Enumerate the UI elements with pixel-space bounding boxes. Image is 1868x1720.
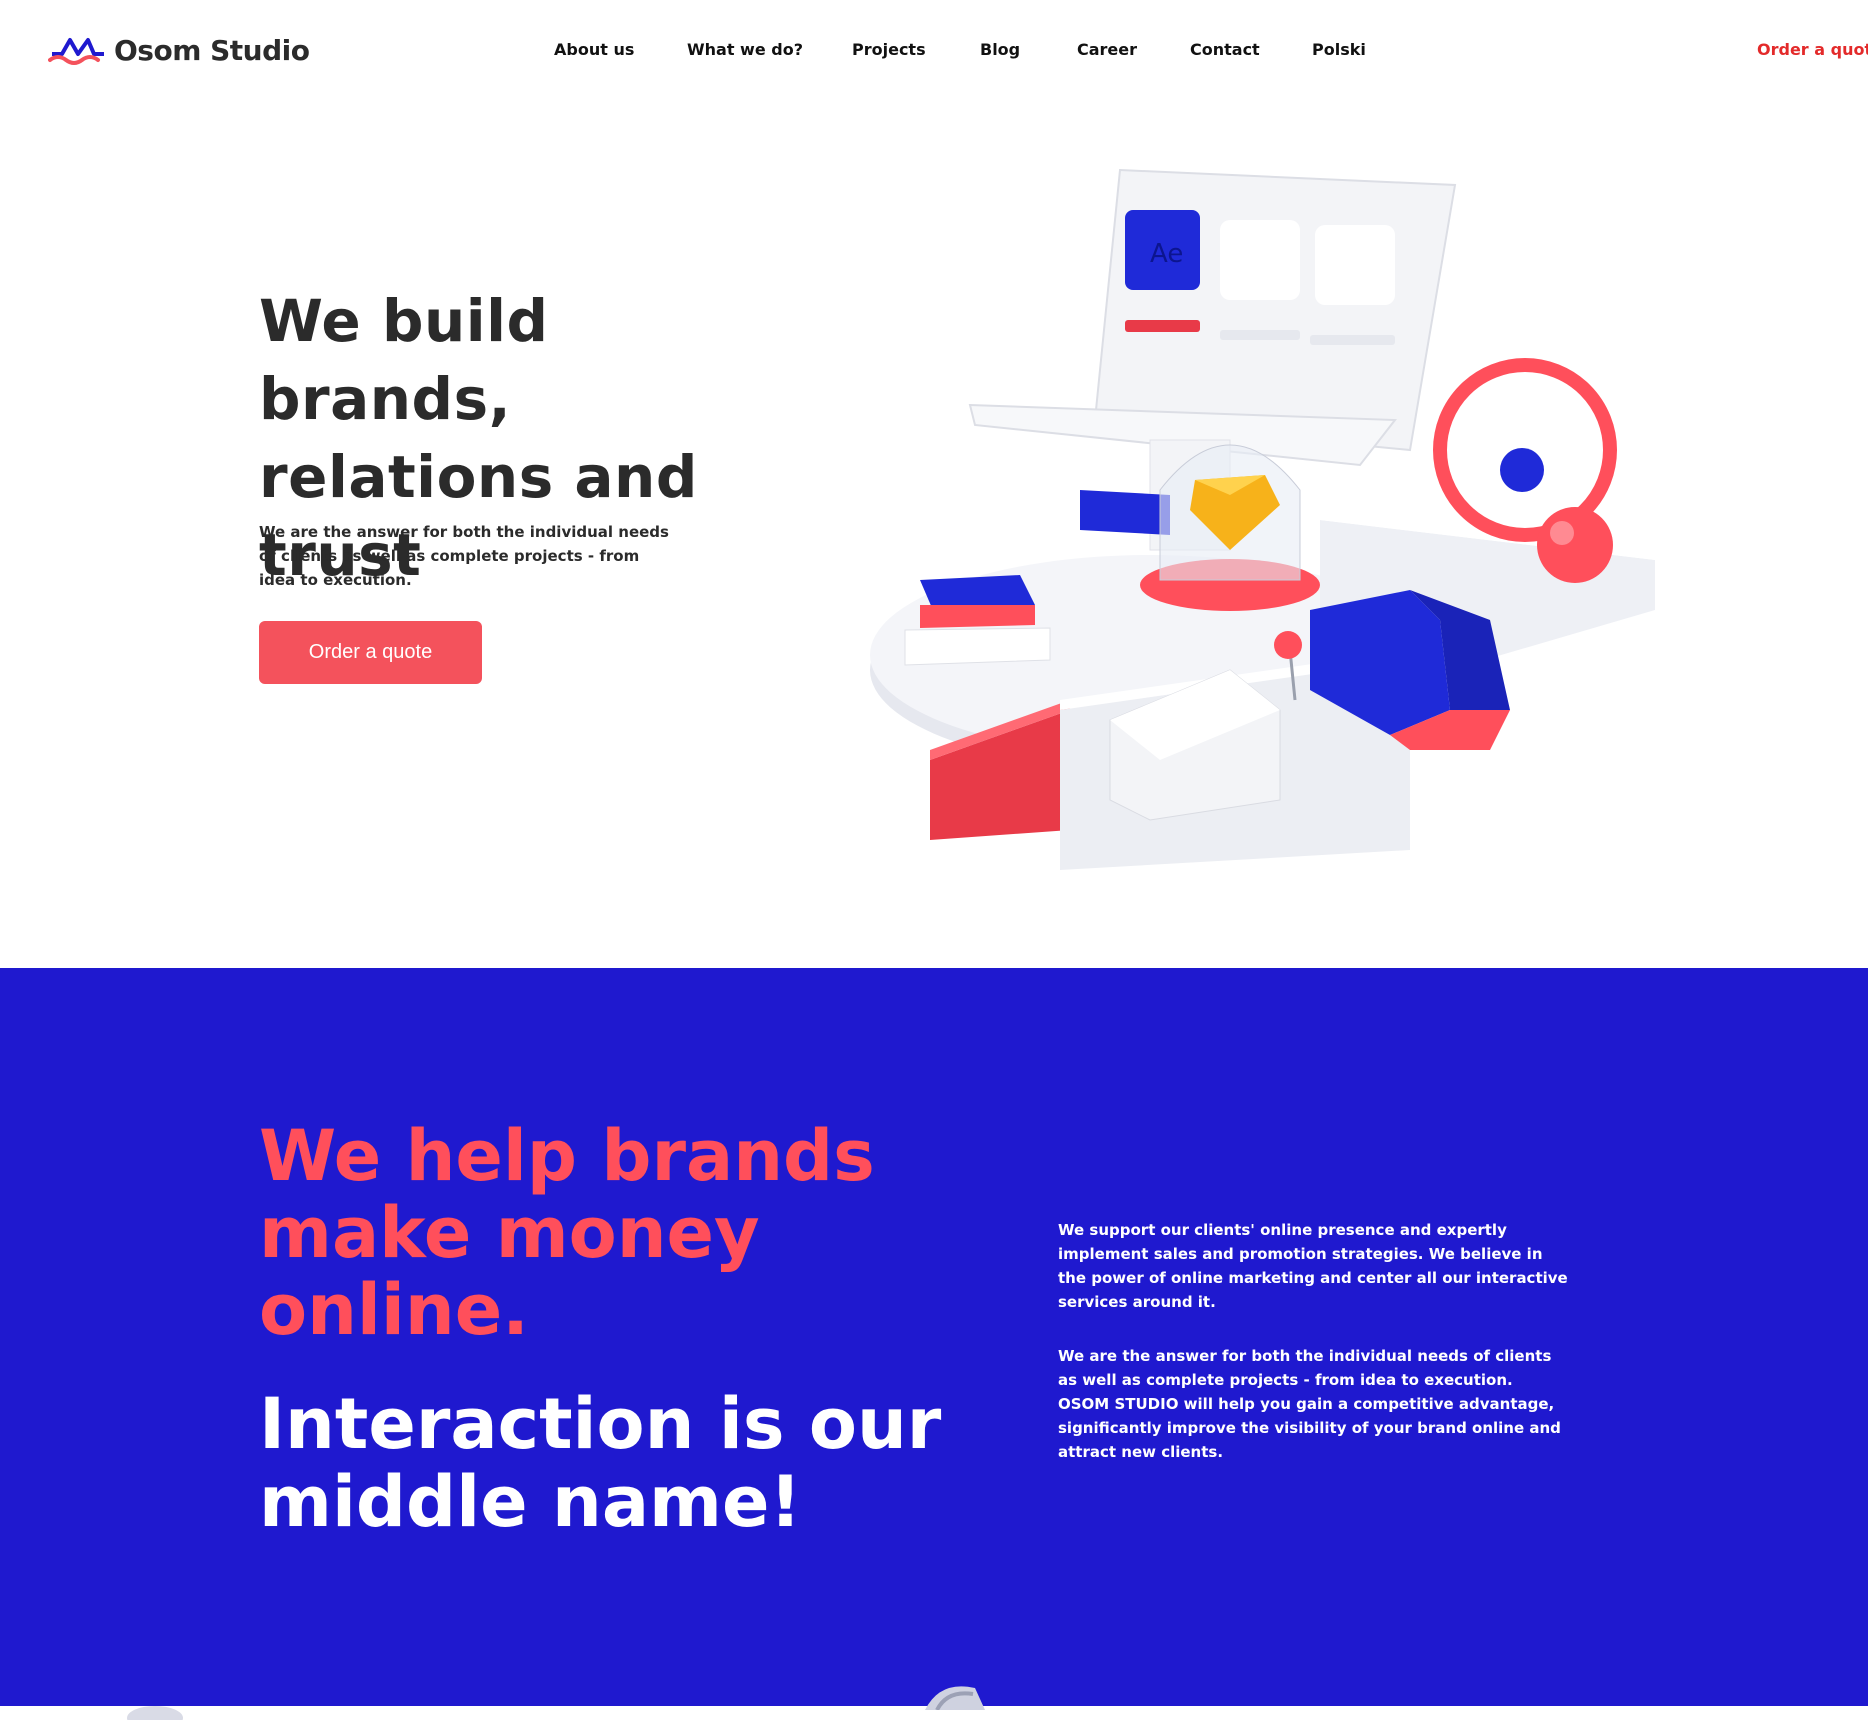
nav-item-contact[interactable]: Contact <box>1190 40 1260 60</box>
header-order-quote-link[interactable]: Order a quote <box>1757 40 1868 60</box>
main-nav: About us What we do? Projects Blog Caree… <box>0 40 1868 64</box>
svg-text:Ae: Ae <box>1150 239 1183 269</box>
3d-laptop-illustration-icon: Ae <box>870 168 1655 870</box>
order-quote-button[interactable]: Order a quote <box>259 621 482 684</box>
nav-item-language[interactable]: Polski <box>1312 40 1366 60</box>
section-paragraph-2: We are the answer for both the individua… <box>1058 1347 1561 1461</box>
decorative-shape-icon <box>127 1706 183 1720</box>
hero-subtitle: We are the answer for both the individua… <box>259 523 669 589</box>
section-headline-white: Interaction is our middle name! <box>259 1383 942 1543</box>
nav-item-projects[interactable]: Projects <box>852 40 926 60</box>
site-header: Osom Studio About us What we do? Project… <box>0 0 1868 100</box>
nav-item-blog[interactable]: Blog <box>980 40 1020 60</box>
nav-item-career[interactable]: Career <box>1077 40 1137 60</box>
section-paragraph-1: We support our clients' online presence … <box>1058 1221 1568 1311</box>
nav-item-about-us[interactable]: About us <box>554 40 634 60</box>
nav-item-what-we-do[interactable]: What we do? <box>687 40 803 60</box>
section-headline-red: We help brands make money online. <box>259 1115 875 1351</box>
